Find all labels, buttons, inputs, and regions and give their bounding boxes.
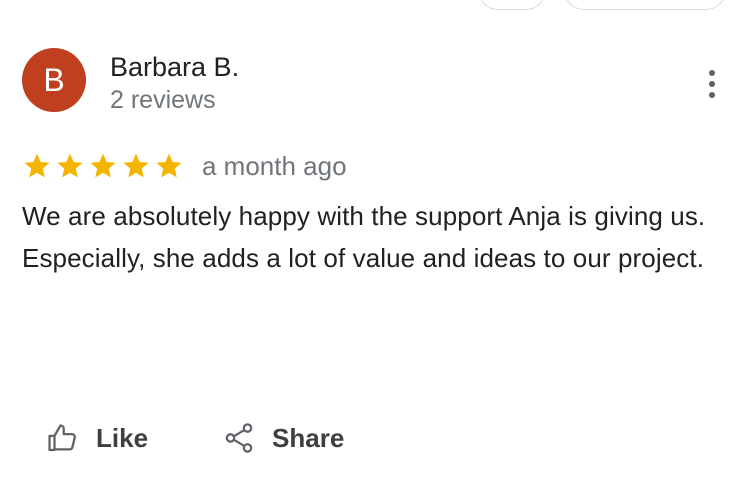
rating-row: a month ago xyxy=(22,148,347,184)
top-action-pill-2[interactable] xyxy=(564,0,726,10)
star-icon xyxy=(57,153,83,178)
star-icon xyxy=(90,153,116,178)
author-review-count: 2 reviews xyxy=(110,86,216,114)
review-time: a month ago xyxy=(202,151,347,181)
star-icon xyxy=(156,153,182,178)
review-text-line: We are absolutely happy with the support… xyxy=(22,201,706,231)
share-icon xyxy=(225,423,253,453)
star-icon xyxy=(123,153,149,178)
share-button[interactable]: Share xyxy=(222,416,344,460)
review-text-line: Especially, she adds a lot of value and … xyxy=(22,243,705,273)
author-name[interactable]: Barbara B. xyxy=(110,50,239,84)
star-icon xyxy=(24,153,50,178)
author-block: Barbara B. 2 reviews xyxy=(110,48,239,116)
like-button[interactable]: Like xyxy=(46,416,148,460)
more-options-button[interactable] xyxy=(698,66,726,102)
thumb-up-icon xyxy=(48,424,76,452)
review-header: B Barbara B. 2 reviews xyxy=(22,48,239,116)
top-action-pill-1[interactable] xyxy=(478,0,546,10)
more-vert-icon xyxy=(709,70,715,76)
like-label: Like xyxy=(96,422,149,453)
star-rating xyxy=(22,151,184,181)
avatar[interactable]: B xyxy=(22,48,86,112)
review-actions: Like Share xyxy=(46,416,344,460)
review-text: We are absolutely happy with the support… xyxy=(22,195,742,279)
share-label: Share xyxy=(272,422,345,453)
